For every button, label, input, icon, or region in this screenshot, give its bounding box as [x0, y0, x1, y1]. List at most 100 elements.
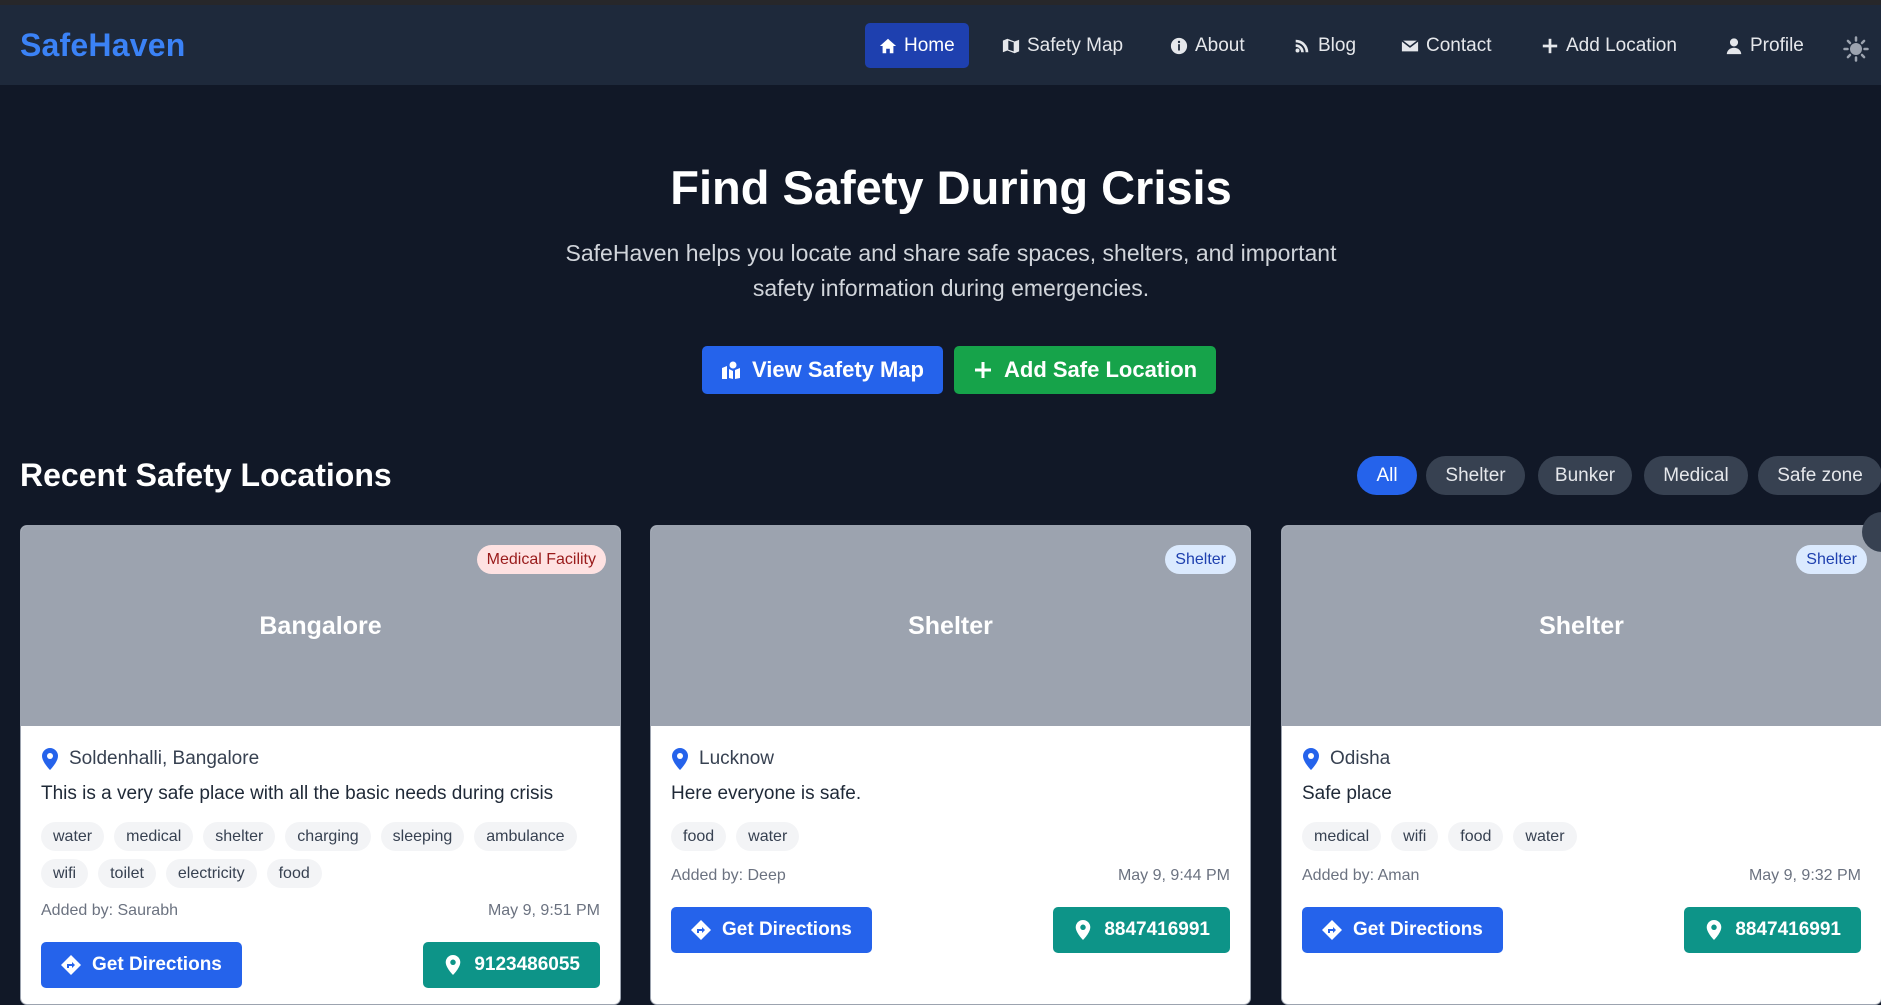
amenity-tag: wifi [1391, 822, 1439, 851]
card-location: Odisha [1302, 748, 1390, 770]
added-by: Added by: Aman [1302, 867, 1420, 884]
added-date: May 9, 9:32 PM [1748, 867, 1861, 884]
added-date: May 9, 9:44 PM [1117, 867, 1230, 884]
map-pin-icon [1076, 920, 1091, 940]
card-location: Soldenhalli, Bangalore [41, 748, 259, 770]
theme-toggle-button[interactable] [1843, 36, 1869, 62]
card-location-text: Lucknow [699, 748, 774, 769]
phone-number: 8847416991 [1735, 919, 1841, 940]
add-safe-location-button[interactable]: Add Safe Location [954, 346, 1217, 394]
amenity-tag: charging [285, 822, 371, 851]
amenity-tag: medical [114, 822, 194, 851]
add-safe-location-label: Add Safe Location [1004, 357, 1198, 382]
card-image: Shelter Shelter [651, 526, 1250, 726]
nav-safety-map-label: Safety Map [1027, 34, 1124, 56]
brand-logo[interactable]: SafeHaven [20, 27, 185, 64]
card-meta: Added by: Deep May 9, 9:44 PM [671, 867, 1230, 885]
added-by: Added by: Deep [671, 867, 786, 884]
card-image-title: Bangalore [259, 612, 382, 640]
nav-contact[interactable]: Contact [1387, 23, 1505, 68]
added-date: May 9, 9:51 PM [487, 902, 600, 919]
amenity-tag: food [671, 822, 727, 851]
hero-title: Find Safety During Crisis [670, 161, 1232, 214]
location-card: Shelter Shelter Odisha Safe place medica… [1281, 525, 1881, 1005]
card-meta: Added by: Aman May 9, 9:32 PM [1302, 867, 1861, 885]
category-badge: Shelter [1796, 545, 1867, 574]
category-badge: Medical Facility [476, 545, 606, 574]
amenity-tag: toilet [98, 859, 156, 888]
added-by: Added by: Saurabh [41, 902, 178, 919]
amenity-tag: water [736, 822, 800, 851]
phone-button[interactable]: 8847416991 [1684, 907, 1861, 953]
filter-safe-zone[interactable]: Safe zone [1758, 456, 1881, 495]
view-safety-map-label: View Safety Map [752, 357, 924, 382]
nav-profile-label: Profile [1750, 34, 1804, 56]
nav-contact-label: Contact [1426, 34, 1492, 56]
phone-button[interactable]: 8847416991 [1053, 907, 1230, 953]
category-badge: Shelter [1165, 545, 1236, 574]
nav-add-location-label: Add Location [1566, 34, 1677, 56]
amenity-tags: water medical shelter charging sleeping … [41, 822, 606, 888]
map-pin-icon [446, 955, 461, 975]
amenity-tags: food water [671, 822, 1236, 851]
nav-blog-label: Blog [1318, 34, 1357, 56]
recent-locations-title: Recent Safety Locations [20, 457, 392, 493]
filter-all[interactable]: All [1357, 456, 1417, 495]
filter-medical[interactable]: Medical [1644, 456, 1748, 495]
amenity-tag: sleeping [380, 822, 465, 851]
get-directions-button[interactable]: Get Directions [41, 942, 242, 988]
filter-shelter[interactable]: Shelter [1426, 456, 1525, 495]
home-icon [879, 38, 897, 53]
nav-profile[interactable]: Profile [1711, 23, 1818, 68]
nav-about[interactable]: About [1156, 23, 1259, 68]
card-image-title: Shelter [1539, 612, 1624, 640]
card-location-text: Soldenhalli, Bangalore [69, 748, 260, 769]
map-icon [1002, 38, 1020, 53]
plus-icon [1542, 38, 1558, 53]
card-meta: Added by: Saurabh May 9, 9:51 PM [41, 902, 600, 920]
hero-subtitle: SafeHaven helps you locate and share saf… [565, 240, 1337, 301]
map-pin-icon [1707, 920, 1722, 940]
phone-button[interactable]: 9123486055 [423, 942, 600, 988]
navbar: SafeHaven Home Safety Map About Blog Con… [0, 5, 1881, 85]
plus-icon [975, 362, 991, 378]
location-card: Bangalore Medical Facility Soldenhalli, … [20, 525, 621, 1005]
amenity-tag: electricity [165, 859, 257, 888]
nav-add-location[interactable]: Add Location [1527, 23, 1691, 68]
card-image: Shelter Shelter [1282, 526, 1881, 726]
get-directions-label: Get Directions [92, 954, 222, 975]
phone-number: 8847416991 [1104, 919, 1210, 940]
get-directions-label: Get Directions [1353, 919, 1483, 940]
nav-home[interactable]: Home [865, 23, 969, 68]
directions-icon [61, 955, 81, 975]
map-pin-icon [42, 748, 58, 770]
nav-blog[interactable]: Blog [1279, 23, 1370, 68]
envelope-icon [1401, 39, 1419, 51]
sun-icon [1843, 36, 1869, 62]
amenity-tag: water [41, 822, 105, 851]
amenity-tag: wifi [41, 859, 89, 888]
card-image: Bangalore Medical Facility [21, 526, 620, 726]
user-icon [1726, 37, 1742, 54]
info-icon [1170, 37, 1188, 54]
amenity-tag: medical [1302, 822, 1382, 851]
blog-icon [1295, 39, 1309, 52]
card-location: Lucknow [671, 748, 774, 770]
location-card: Shelter Shelter Lucknow Here everyone is… [650, 525, 1251, 1005]
get-directions-button[interactable]: Get Directions [671, 907, 872, 953]
get-directions-button[interactable]: Get Directions [1302, 907, 1503, 953]
amenity-tag: food [1448, 822, 1504, 851]
view-safety-map-button[interactable]: View Safety Map [702, 346, 943, 394]
nav-safety-map[interactable]: Safety Map [988, 23, 1137, 68]
amenity-tags: medical wifi food water [1302, 822, 1867, 851]
filter-bunker[interactable]: Bunker [1538, 456, 1632, 495]
card-location-text: Odisha [1330, 748, 1391, 769]
map-pin-icon [672, 748, 688, 770]
get-directions-label: Get Directions [722, 919, 852, 940]
nav-home-label: Home [904, 34, 955, 56]
card-description: Safe place [1302, 783, 1392, 804]
amenity-tag: shelter [203, 822, 276, 851]
map-pin-icon [1303, 748, 1319, 770]
amenity-tag: water [1513, 822, 1577, 851]
directions-icon [1322, 920, 1342, 940]
